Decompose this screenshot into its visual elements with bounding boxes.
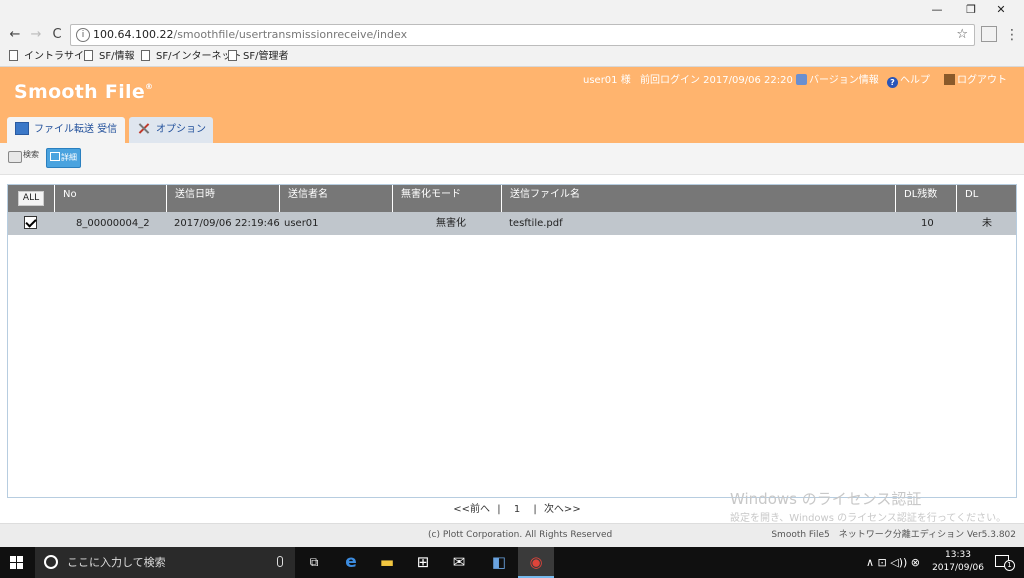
bookmarks-bar: イントラサイト SF/情報 SF/インターネット SF/管理者 [0, 48, 1024, 67]
table-row[interactable]: 8_00000004_2 2017/09/06 22:19:46 user01 … [8, 212, 1016, 235]
bookmark-item[interactable]: SF/情報 [84, 48, 134, 67]
taskbar-search-box[interactable]: ここに入力して検索 [35, 547, 295, 578]
page-icon [228, 50, 237, 61]
current-page[interactable]: 1 [514, 504, 520, 515]
edge-browser-icon[interactable]: e [333, 547, 369, 578]
cell-sent-at: 2017/09/06 22:19:46 [174, 218, 280, 229]
back-button[interactable]: ← [6, 25, 24, 45]
page-icon [84, 50, 93, 61]
store-icon[interactable]: ⊞ [405, 547, 441, 578]
detail-icon [50, 152, 60, 161]
bookmark-label: SF/情報 [99, 51, 135, 62]
system-tray-icons[interactable]: ∧ ⊡ ◁)) ⊗ [866, 547, 920, 578]
column-header-file-name[interactable]: 送信ファイル名 [501, 185, 895, 212]
taskbar-clock[interactable]: 13:33 2017/09/06 [930, 549, 986, 575]
search-button[interactable]: 検索 [8, 149, 39, 169]
file-list-table: ALL No 送信日時 送信者名 無害化モード 送信ファイル名 DL残数 DL … [7, 184, 1017, 498]
mail-icon[interactable]: ✉ [441, 547, 477, 578]
windows-start-icon[interactable] [10, 556, 24, 570]
version-label: バージョン情報 [809, 75, 879, 86]
app-footer: (c) Plott Corporation. All Rights Reserv… [0, 523, 1024, 547]
reload-button[interactable]: C [48, 25, 66, 45]
cell-no: 8_00000004_2 [76, 218, 150, 229]
url-host: 100.64.100.22 [93, 28, 174, 41]
column-header-dl-remaining[interactable]: DL残数 [895, 185, 956, 212]
cell-dl: 未 [982, 218, 992, 229]
address-bar[interactable]: i 100.64.100.22/smoothfile/usertransmiss… [70, 24, 975, 46]
window-titlebar: — ❐ ✕ [0, 0, 1024, 22]
prev-page-link[interactable]: <<前へ [453, 504, 490, 515]
search-icon [8, 151, 22, 163]
page-icon [141, 50, 150, 61]
app-logo: Smooth File® [14, 81, 153, 103]
bookmark-label: SF/管理者 [243, 51, 289, 62]
detail-button[interactable]: 詳細 [46, 148, 81, 168]
chrome-icon[interactable]: ◉ [518, 547, 554, 578]
logo-mark: ® [145, 82, 154, 91]
last-login: 前回ログイン 2017/09/06 22:20 [640, 75, 793, 86]
version-icon [796, 74, 807, 85]
bookmark-item[interactable]: イントラサイト [9, 48, 94, 67]
taskbar-search-placeholder: ここに入力して検索 [67, 556, 166, 569]
tab-options[interactable]: オプション [129, 117, 213, 143]
task-view-icon[interactable]: ⧉ [296, 547, 332, 578]
cell-sender: user01 [284, 218, 319, 229]
help-label: ヘルプ [900, 75, 930, 86]
browser-toolbar: ← → C i 100.64.100.22/smoothfile/usertra… [0, 22, 1024, 48]
row-checkbox[interactable] [24, 216, 37, 229]
detail-label: 詳細 [61, 153, 77, 162]
logout-label: ログアウト [957, 75, 1007, 86]
select-all-button[interactable]: ALL [18, 191, 44, 206]
bookmark-star-icon[interactable]: ☆ [956, 25, 968, 45]
close-button[interactable]: ✕ [978, 0, 1024, 22]
column-header-dl[interactable]: DL [956, 185, 1016, 212]
pager-separator: | [497, 504, 501, 515]
cell-sanitize-mode: 無害化 [436, 218, 466, 229]
activation-watermark-text: 設定を開き、Windows のライセンス認証を行ってください。 [730, 513, 1007, 524]
activation-watermark-title: Windows のライセンス認証 [730, 490, 922, 508]
logo-text: Smooth File [14, 81, 146, 103]
user-name: user01 様 [583, 75, 631, 86]
clock-time: 13:33 [945, 550, 971, 560]
bookmark-item[interactable]: SF/インターネット [141, 48, 241, 67]
column-header-sent-at[interactable]: 送信日時 [166, 185, 279, 212]
file-explorer-icon[interactable]: ▬ [369, 547, 405, 578]
table-header: ALL No 送信日時 送信者名 無害化モード 送信ファイル名 DL残数 DL [8, 185, 1016, 212]
tab-label: ファイル転送 受信 [34, 124, 118, 135]
info-icon[interactable]: i [76, 28, 90, 42]
copyright-text: (c) Plott Corporation. All Rights Reserv… [428, 530, 613, 540]
pager-separator: | [533, 504, 537, 515]
microphone-icon[interactable] [277, 556, 283, 567]
edition-text: Smooth File5 ネットワーク分離エディション Ver5.3.802 [771, 530, 1016, 540]
version-link[interactable]: バージョン情報 [796, 74, 879, 88]
windows-taskbar: ここに入力して検索 ⧉ e ▬ ⊞ ✉ ◧ ◉ ∧ ⊡ ◁)) ⊗ 13:33 … [0, 547, 1024, 578]
page-icon [9, 50, 18, 61]
logout-link[interactable]: ログアウト [944, 74, 1007, 88]
notification-badge: 1 [1004, 560, 1015, 571]
url-path: /smoothfile/usertransmissionreceive/inde… [173, 28, 408, 41]
cell-dl-remaining: 10 [921, 218, 934, 229]
clock-date: 2017/09/06 [932, 563, 984, 573]
column-header-sender[interactable]: 送信者名 [279, 185, 392, 212]
cortana-icon [44, 555, 58, 569]
url-text[interactable]: 100.64.100.22/smoothfile/usertransmissio… [93, 25, 407, 45]
file-transfer-icon [15, 122, 29, 135]
help-icon: ? [887, 77, 898, 88]
tab-label: オプション [156, 124, 206, 135]
tab-file-transfer-receive[interactable]: ファイル転送 受信 [7, 117, 125, 143]
action-toolbar: 検索 詳細 [0, 143, 1024, 175]
bookmark-item[interactable]: SF/管理者 [228, 48, 288, 67]
cell-file-name[interactable]: tesftile.pdf [509, 212, 563, 235]
column-header-no[interactable]: No [54, 185, 166, 212]
tools-icon [137, 122, 151, 135]
search-label: 検索 [23, 150, 39, 159]
next-page-link[interactable]: 次へ>> [544, 504, 581, 515]
help-link[interactable]: ? ヘルプ [887, 74, 930, 88]
extension-icon[interactable] [981, 26, 997, 42]
pinned-app-icon[interactable]: ◧ [481, 547, 517, 578]
browser-menu-icon[interactable]: ⋮ [1004, 24, 1020, 46]
forward-button[interactable]: → [27, 25, 45, 45]
logout-icon [944, 74, 955, 85]
column-header-sanitize-mode[interactable]: 無害化モード [392, 185, 501, 212]
